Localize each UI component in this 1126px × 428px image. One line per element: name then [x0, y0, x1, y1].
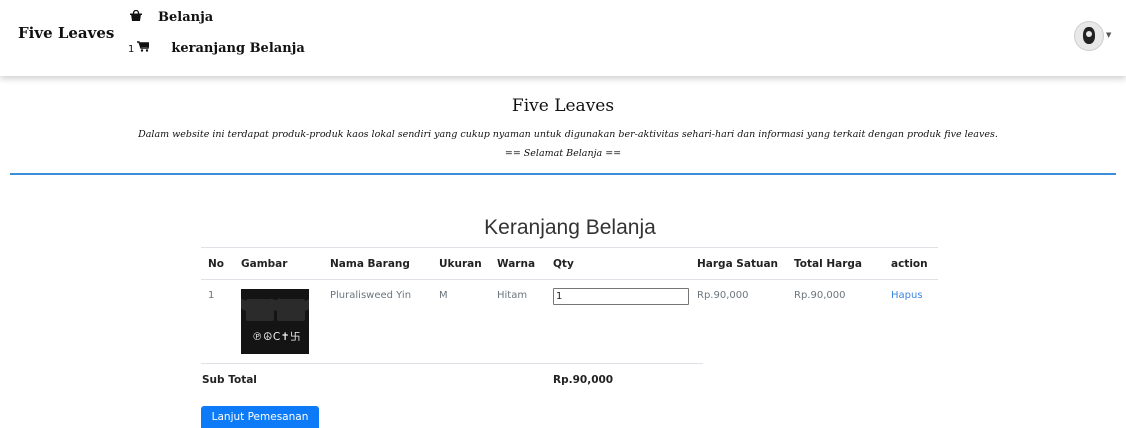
cart-count-badge: 1 — [128, 44, 135, 55]
cell-total-harga: Rp.90,000 — [794, 290, 846, 301]
table-header-rule — [201, 279, 938, 280]
user-avatar-icon[interactable] — [1074, 21, 1104, 51]
hero-greeting: == Selamat Belanja == — [504, 148, 622, 159]
brand-logo[interactable]: Five Leaves — [18, 24, 114, 42]
nav-cart-link[interactable]: 1 keranjang Belanja — [128, 41, 305, 56]
cell-nama-barang: Pluralisweed Yin — [330, 290, 412, 301]
subtotal-label: Sub Total — [202, 374, 257, 386]
caret-down-icon[interactable]: ▼ — [1106, 31, 1111, 39]
cell-warna: Hitam — [497, 290, 528, 301]
col-header-warna: Warna — [497, 258, 536, 270]
col-header-no: No — [208, 258, 225, 270]
product-image: ℗☮C✝卐 — [241, 289, 309, 354]
col-header-total-harga: Total Harga — [794, 258, 862, 270]
checkout-button[interactable]: Lanjut Pemesanan — [201, 406, 319, 428]
cell-no: 1 — [208, 290, 215, 301]
nav-cart-label: keranjang Belanja — [171, 41, 305, 56]
shirt-front-shape — [277, 299, 305, 321]
subtotal-value: Rp.90,000 — [553, 374, 614, 386]
cart-title: Keranjang Belanja — [484, 216, 656, 239]
table-top-rule — [201, 247, 938, 248]
section-divider — [10, 173, 1116, 175]
hero-description: Dalam website ini terdapat produk-produk… — [138, 129, 998, 140]
col-header-action: action — [891, 258, 928, 270]
shirt-back-shape — [246, 299, 274, 321]
cell-harga-satuan: Rp.90,000 — [697, 290, 749, 301]
table-row-rule — [201, 363, 703, 364]
cell-ukuran: M — [439, 290, 448, 301]
qty-input[interactable] — [553, 288, 689, 305]
hero-title: Five Leaves — [511, 96, 615, 116]
col-header-gambar: Gambar — [241, 258, 288, 270]
nav-belanja-label: Belanja — [158, 10, 214, 25]
col-header-harga-satuan: Harga Satuan — [697, 258, 779, 270]
cart-icon — [137, 41, 151, 55]
col-header-qty: Qty — [553, 258, 574, 270]
remove-item-link[interactable]: Hapus — [891, 290, 923, 301]
product-logo-text: ℗☮C✝卐 — [252, 331, 302, 343]
col-header-ukuran: Ukuran — [439, 258, 482, 270]
avatar-face — [1086, 31, 1092, 37]
shopping-bag-icon — [130, 9, 144, 25]
nav-belanja-link[interactable]: Belanja — [130, 9, 214, 25]
col-header-nama-barang: Nama Barang — [330, 258, 410, 270]
top-navbar: Five Leaves Belanja 1 keranjang Belanja … — [0, 0, 1126, 76]
